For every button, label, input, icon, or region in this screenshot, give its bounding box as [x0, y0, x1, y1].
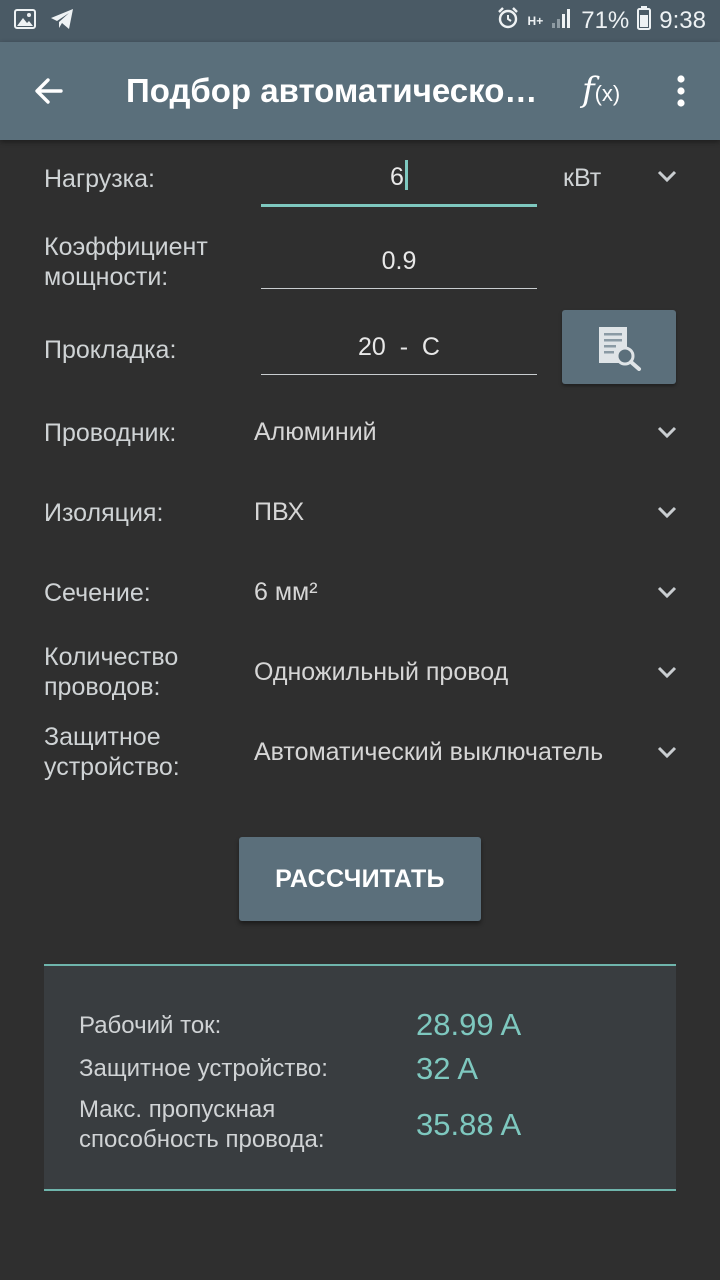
overflow-menu-button[interactable]: [668, 74, 694, 113]
gallery-icon: [14, 8, 36, 34]
working-current-value: 28.99 A: [416, 1007, 522, 1042]
protection-dropdown[interactable]: [656, 744, 678, 765]
protective-device-label: Защитное устройство:: [79, 1055, 328, 1082]
section-select[interactable]: 6 мм²: [254, 578, 318, 607]
document-search-icon: [599, 327, 641, 371]
chevron-down-icon: [657, 426, 677, 439]
formula-f: f: [582, 70, 595, 110]
power-factor-label: Коэффициент мощности:: [44, 232, 208, 292]
section-dropdown[interactable]: [656, 584, 678, 605]
wires-count-label-line1: Количество: [44, 643, 179, 671]
laying-label: Прокладка:: [44, 336, 177, 364]
load-input[interactable]: 6: [261, 160, 537, 207]
protection-label-line2: устройство:: [44, 753, 180, 781]
wires-count-dropdown[interactable]: [656, 664, 678, 685]
chevron-down-icon: [657, 506, 677, 519]
load-value: 6: [390, 163, 404, 191]
conductor-dropdown[interactable]: [656, 424, 678, 445]
power-factor-label-line2: мощности:: [44, 263, 169, 291]
chevron-down-icon: [657, 586, 677, 599]
battery-icon: [637, 5, 652, 37]
insulation-select[interactable]: ПВХ: [254, 498, 304, 527]
max-capacity-value: 35.88 A: [416, 1107, 522, 1142]
clock: 9:38: [659, 7, 706, 34]
network-type: H+: [527, 14, 544, 28]
formula-button[interactable]: f(x): [582, 70, 620, 110]
arrow-back-icon: [35, 78, 63, 104]
more-vert-icon: [677, 75, 685, 107]
telegram-icon: [50, 8, 74, 35]
wires-count-select[interactable]: Одножильный провод: [254, 658, 508, 687]
alarm-icon: [496, 6, 520, 37]
load-unit-dropdown[interactable]: [656, 168, 678, 189]
signal-icon: [551, 7, 573, 36]
wires-count-label: Количество проводов:: [44, 642, 178, 702]
page-title: Подбор автоматическо…: [126, 72, 538, 109]
load-label: Нагрузка:: [44, 165, 155, 193]
protection-label-line1: Защитное: [44, 723, 161, 751]
chevron-down-icon: [657, 746, 677, 759]
conductor-select[interactable]: Алюминий: [254, 418, 377, 447]
app-bar: Подбор автоматическо… f(x): [0, 42, 720, 140]
laying-input[interactable]: 20 - C: [261, 333, 537, 375]
back-button[interactable]: [0, 42, 98, 140]
protection-select[interactable]: Автоматический выключатель: [254, 738, 603, 767]
laying-lookup-button[interactable]: [562, 310, 676, 384]
power-factor-input[interactable]: 0.9: [261, 247, 537, 289]
wires-count-label-line2: проводов:: [44, 673, 161, 701]
text-cursor: [404, 160, 408, 190]
conductor-label: Проводник:: [44, 419, 177, 447]
max-capacity-label-line1: Макс. пропускная: [79, 1096, 276, 1123]
section-label: Сечение:: [44, 579, 151, 607]
max-capacity-label-line2: способность провода:: [79, 1126, 325, 1153]
chevron-down-icon: [657, 170, 677, 183]
protective-device-value: 32 A: [416, 1051, 479, 1086]
calculate-button[interactable]: РАССЧИТАТЬ: [239, 837, 481, 921]
chevron-down-icon: [657, 666, 677, 679]
working-current-label: Рабочий ток:: [79, 1012, 222, 1039]
formula-x: (x): [594, 81, 621, 106]
load-unit[interactable]: кВт: [563, 164, 601, 193]
battery-percent: 71%: [581, 7, 630, 34]
power-factor-label-line1: Коэффициент: [44, 233, 208, 261]
protection-label: Защитное устройство:: [44, 722, 180, 782]
status-bar: H+ 71% 9:38: [0, 0, 720, 42]
results-panel: Рабочий ток: 28.99 A Защитное устройство…: [44, 964, 676, 1191]
max-capacity-label: Макс. пропускная способность провода:: [79, 1095, 324, 1155]
insulation-dropdown[interactable]: [656, 504, 678, 525]
insulation-label: Изоляция:: [44, 499, 164, 527]
